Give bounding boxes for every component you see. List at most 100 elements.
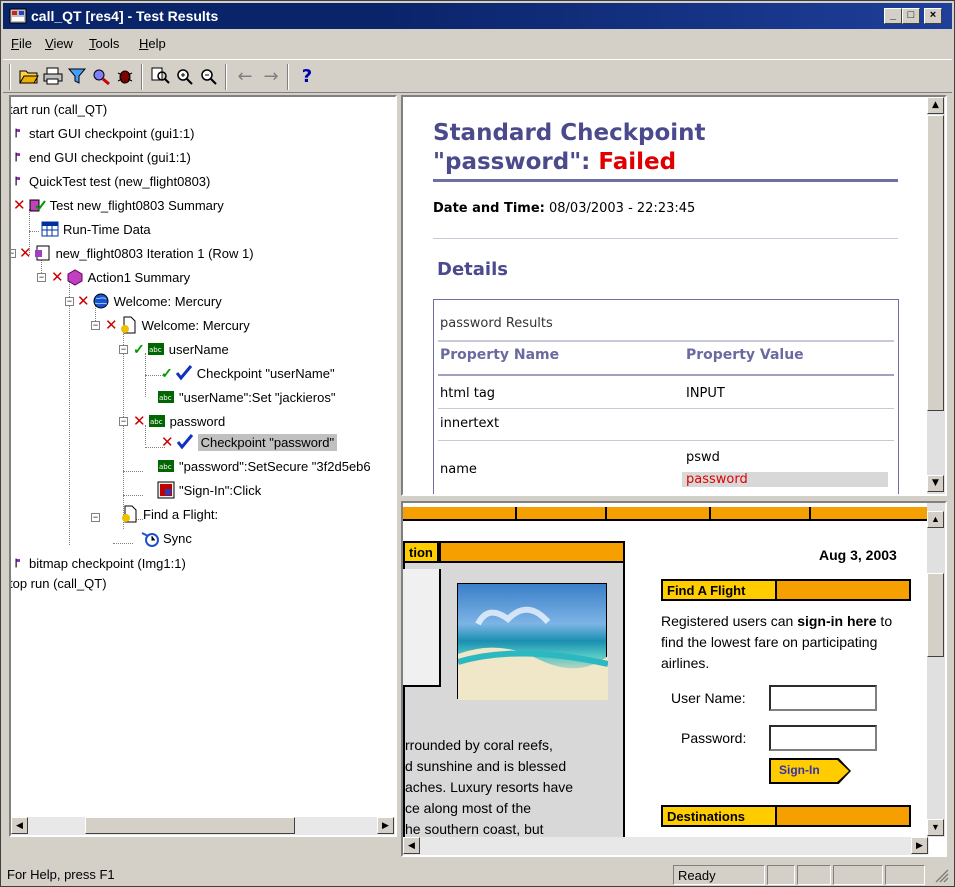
- page-icon: [120, 316, 136, 334]
- tree-node-end-gui-checkpoint[interactable]: end GUI checkpoint (gui1:1): [15, 146, 191, 168]
- menu-view[interactable]: View: [45, 36, 73, 51]
- status-panel: [885, 865, 925, 885]
- report-vertical-scrollbar[interactable]: ▲ ▼: [927, 97, 945, 494]
- scroll-down-button[interactable]: ▼: [927, 475, 944, 492]
- captured-page-pane: tion A rrounded by coral reefs, d sunshi…: [401, 501, 947, 857]
- tree-node-find-a-flight[interactable]: Find a Flight:: [121, 503, 218, 525]
- menu-tools[interactable]: Tools: [89, 36, 119, 51]
- tree-node-password[interactable]: ✕ abc password: [133, 410, 225, 432]
- print-icon[interactable]: [41, 64, 65, 88]
- tree-node-stop-run[interactable]: top run (call_QT): [11, 572, 107, 594]
- forward-arrow-icon[interactable]: →: [259, 64, 283, 88]
- username-input[interactable]: [769, 685, 877, 711]
- zoom-icon[interactable]: [149, 64, 173, 88]
- scrollbar-thumb[interactable]: [85, 817, 295, 834]
- collapse-toggle[interactable]: −: [119, 417, 128, 426]
- tree-connector: [29, 231, 39, 232]
- page-icon: [122, 505, 137, 523]
- edit-field-icon: abc: [158, 460, 174, 472]
- tree-node-checkpoint-username[interactable]: ✓ Checkpoint "userName": [161, 362, 335, 384]
- page-horizontal-scrollbar[interactable]: ◀ ▶: [403, 837, 929, 855]
- tree-node-quicktest-test[interactable]: QuickTest test (new_flight0803): [15, 170, 210, 192]
- nav-divider: [709, 507, 711, 521]
- tree-node-username[interactable]: ✓ abc userName: [133, 338, 229, 360]
- table-rule: [438, 340, 894, 342]
- scroll-left-button[interactable]: ◀: [11, 817, 28, 834]
- results-table: password Results Property Name Property …: [433, 299, 899, 494]
- failed-x-icon: ✕: [161, 433, 174, 451]
- tree-node-bitmap-checkpoint[interactable]: bitmap checkpoint (Img1:1): [15, 552, 186, 574]
- minimize-button[interactable]: _: [884, 8, 902, 24]
- scroll-down-button[interactable]: ▼: [927, 819, 944, 836]
- tree-node-setsecure-password[interactable]: abc "password":SetSecure "3f2d5eb6: [157, 455, 371, 477]
- tree-node-label: Find a Flight:: [143, 506, 219, 522]
- failed-x-icon: ✕: [51, 268, 64, 286]
- failed-x-icon: ✕: [105, 316, 118, 334]
- collapse-toggle[interactable]: −: [91, 513, 100, 522]
- destination-description: rrounded by coral reefs, d sunshine and …: [405, 735, 625, 840]
- tree-node-start-run[interactable]: tart run (call_QT): [11, 98, 107, 120]
- tree-node-signin-click[interactable]: "Sign-In":Click: [157, 479, 261, 501]
- scroll-up-button[interactable]: ▲: [927, 97, 944, 114]
- edit-field-icon: abc: [148, 415, 165, 427]
- app-icon: [9, 8, 27, 24]
- collapse-toggle[interactable]: −: [65, 297, 74, 306]
- zoom-in-icon[interactable]: [173, 64, 197, 88]
- here-link[interactable]: here: [847, 613, 877, 629]
- tree-node-label-selected: Checkpoint "password": [197, 433, 338, 451]
- scroll-left-button[interactable]: ◀: [403, 837, 420, 854]
- filter-icon[interactable]: [65, 64, 89, 88]
- signin-link[interactable]: sign-in: [797, 613, 843, 629]
- password-label: Password:: [681, 730, 747, 746]
- failed-x-icon: ✕: [19, 244, 32, 262]
- collapse-toggle[interactable]: −: [91, 321, 100, 330]
- tree-node-action-summary[interactable]: ✕ Action1 Summary: [51, 266, 190, 288]
- zoom-out-icon[interactable]: [197, 64, 221, 88]
- maximize-button[interactable]: □: [902, 8, 920, 24]
- checkpoint-flag-icon: [15, 558, 20, 568]
- report-title-line1: Standard Checkpoint: [433, 120, 706, 146]
- password-input[interactable]: [769, 725, 877, 751]
- tree-connector: [69, 281, 70, 545]
- checkpoint-icon: [175, 365, 192, 381]
- tree-node-checkpoint-password[interactable]: ✕ Checkpoint "password": [161, 431, 338, 453]
- tree-node-run-time-data[interactable]: Run-Time Data: [41, 218, 151, 240]
- tree-node-sync[interactable]: Sync: [141, 527, 192, 549]
- bug-icon[interactable]: [113, 64, 137, 88]
- menu-bar: File View Tools Help: [3, 32, 952, 56]
- toolbar-separator: [141, 64, 143, 90]
- tree-node-browser[interactable]: ✕ Welcome: Mercury: [77, 290, 222, 312]
- back-arrow-icon[interactable]: ←: [233, 64, 257, 88]
- tree-node-iteration[interactable]: ✕ new_flight0803 Iteration 1 (Row 1): [19, 242, 254, 264]
- collapse-toggle[interactable]: −: [11, 249, 16, 258]
- tree-node-set-username[interactable]: abc "userName":Set "jackieros": [157, 386, 335, 408]
- collapse-toggle[interactable]: −: [37, 273, 46, 282]
- close-button[interactable]: ×: [924, 8, 942, 24]
- tree-node-page[interactable]: ✕ Welcome: Mercury: [105, 314, 250, 336]
- scroll-right-button[interactable]: ▶: [911, 837, 928, 854]
- signin-button[interactable]: Sign-In: [771, 760, 849, 782]
- checkpoint-icon: [176, 434, 193, 450]
- menu-help[interactable]: Help: [139, 36, 166, 51]
- scroll-up-button[interactable]: ▲: [927, 511, 944, 528]
- find-icon[interactable]: [89, 64, 113, 88]
- help-icon[interactable]: ?: [295, 64, 319, 88]
- open-icon[interactable]: [17, 64, 41, 88]
- toolbar-separator: [287, 64, 289, 90]
- tree-node-test-summary[interactable]: ✕ Test new_flight0803 Summary: [13, 194, 224, 216]
- checkpoint-flag-icon: [15, 176, 20, 186]
- results-tree[interactable]: tart run (call_QT) start GUI checkpoint …: [9, 95, 397, 837]
- resize-grip-icon[interactable]: [935, 869, 949, 883]
- tree-horizontal-scrollbar[interactable]: ◀ ▶: [11, 817, 395, 835]
- nav-divider: [515, 507, 517, 521]
- description-line: rrounded by coral reefs,: [405, 737, 553, 753]
- collapse-toggle[interactable]: −: [119, 345, 128, 354]
- menu-file[interactable]: File: [11, 36, 32, 51]
- scrollbar-thumb[interactable]: [927, 573, 944, 657]
- title-bar[interactable]: call_QT [res4] - Test Results _ □ ×: [3, 3, 952, 29]
- passed-check-icon: ✓: [133, 340, 145, 357]
- tree-node-start-gui-checkpoint[interactable]: start GUI checkpoint (gui1:1): [15, 122, 194, 144]
- page-vertical-scrollbar[interactable]: ▲ ▼: [927, 503, 945, 837]
- scrollbar-thumb[interactable]: [927, 115, 944, 411]
- scroll-right-button[interactable]: ▶: [377, 817, 394, 834]
